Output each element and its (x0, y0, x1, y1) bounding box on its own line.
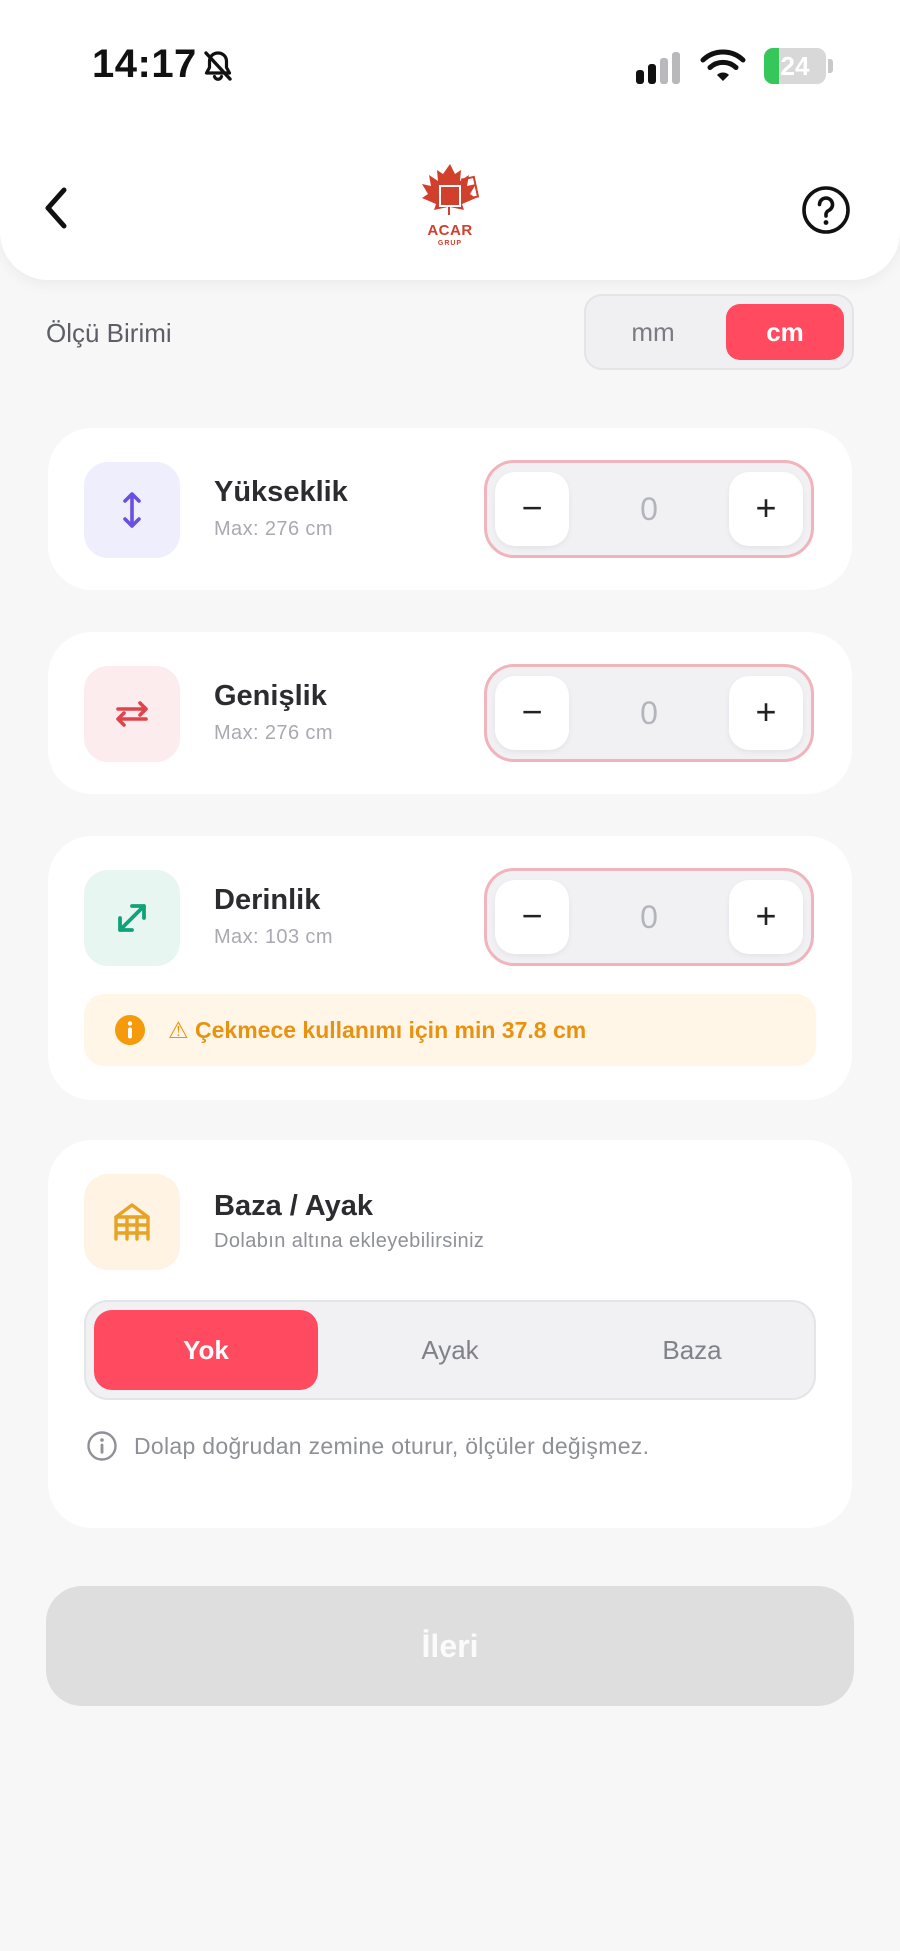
diagonal-arrows-icon (118, 904, 146, 932)
depth-plus-button[interactable]: + (729, 880, 803, 954)
base-title: Baza / Ayak (214, 1190, 374, 1222)
height-stepper: − 0 + (484, 460, 814, 558)
depth-card: Derinlik Max: 103 cm − 0 + ⚠ Çekmece kul… (48, 836, 852, 1100)
cellular-signal-icon (636, 52, 680, 84)
height-icon-box (84, 462, 180, 558)
height-card: Yükseklik Max: 276 cm − 0 + (48, 428, 852, 590)
battery-level: 24 (780, 51, 810, 81)
width-title: Genişlik (214, 680, 327, 712)
logo-subtext: GRUP (437, 240, 463, 247)
base-info-text: Dolap doğrudan zemine oturur, ölçüler de… (134, 1433, 650, 1459)
base-subtitle: Dolabın altına ekleyebilirsiniz (214, 1230, 485, 1252)
depth-minus-button[interactable]: − (495, 880, 569, 954)
depth-icon-box (84, 870, 180, 966)
info-outline-icon (87, 1431, 117, 1461)
base-card: Baza / Ayak Dolabın altına ekleyebilirsi… (48, 1140, 852, 1528)
unit-option-mm[interactable]: mm (594, 304, 712, 360)
height-minus-button[interactable]: − (495, 472, 569, 546)
base-legs-icon (114, 1203, 150, 1241)
height-value[interactable]: 0 (573, 463, 725, 555)
height-plus-button[interactable]: + (729, 472, 803, 546)
battery-body: 24 (764, 48, 826, 84)
height-max: Max: 276 cm (214, 518, 333, 540)
vertical-arrows-icon (123, 492, 141, 528)
info-filled-icon (115, 1015, 145, 1045)
base-option-yok[interactable]: Yok (94, 1310, 318, 1390)
top-bar: 14:17 24 ACAR GRUP (0, 0, 900, 280)
bell-slash-icon (204, 51, 232, 81)
base-option-baza[interactable]: Baza (580, 1310, 804, 1390)
question-circle-icon[interactable] (800, 184, 852, 236)
horizontal-swap-arrows-icon (116, 701, 148, 727)
depth-max: Max: 103 cm (214, 926, 333, 948)
depth-value[interactable]: 0 (573, 871, 725, 963)
depth-stepper: − 0 + (484, 868, 814, 966)
logo-text: ACAR (427, 222, 473, 239)
unit-toggle: mm cm (584, 294, 854, 370)
next-button[interactable]: İleri (46, 1586, 854, 1706)
depth-warning-text: ⚠ Çekmece kullanımı için min 37.8 cm (168, 1017, 587, 1043)
unit-option-cm[interactable]: cm (726, 304, 844, 360)
width-icon-box (84, 666, 180, 762)
wifi-icon (700, 49, 746, 81)
unit-label: Ölçü Birimi (46, 318, 172, 348)
width-minus-button[interactable]: − (495, 676, 569, 750)
width-max: Max: 276 cm (214, 722, 333, 744)
status-time: 14:17 (92, 42, 197, 86)
height-title: Yükseklik (214, 476, 348, 508)
battery-charging-icon: 24 (764, 48, 834, 84)
width-stepper: − 0 + (484, 664, 814, 762)
base-segmented-control: Yok Ayak Baza (84, 1300, 816, 1400)
depth-warning: ⚠ Çekmece kullanımı için min 37.8 cm (84, 994, 816, 1066)
width-value[interactable]: 0 (573, 667, 725, 759)
base-option-ayak[interactable]: Ayak (338, 1310, 562, 1390)
battery-tip (828, 59, 833, 73)
width-card: Genişlik Max: 276 cm − 0 + (48, 632, 852, 794)
base-icon-box (84, 1174, 180, 1270)
width-plus-button[interactable]: + (729, 676, 803, 750)
chevron-left-icon[interactable] (34, 180, 78, 236)
depth-title: Derinlik (214, 884, 321, 916)
